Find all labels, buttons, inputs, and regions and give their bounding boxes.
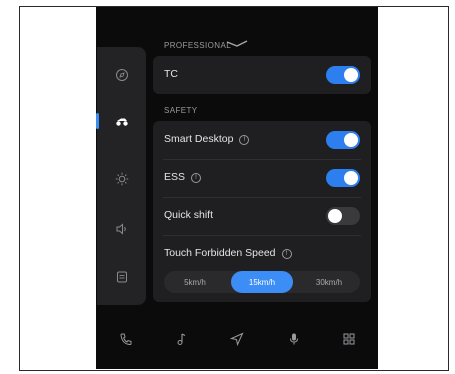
speed-segmented-control: 5km/h 15km/h 30km/h xyxy=(164,271,360,293)
sidebar-item-info[interactable] xyxy=(97,255,146,299)
speed-option-15[interactable]: 15km/h xyxy=(231,271,293,293)
professional-card: TC xyxy=(153,56,371,94)
setting-label: ESS! xyxy=(164,171,202,183)
tc-toggle[interactable] xyxy=(326,66,360,84)
phone-icon xyxy=(120,333,132,346)
music-icon xyxy=(177,333,186,345)
document-icon xyxy=(116,271,127,283)
toggle-knob xyxy=(344,133,358,147)
sidebar-item-display[interactable] xyxy=(97,157,146,201)
speed-option-5[interactable]: 5km/h xyxy=(164,271,226,293)
info-icon[interactable]: ! xyxy=(191,173,202,183)
safety-card: Smart Desktop! ESS! Quick shift Touch Fo… xyxy=(153,121,371,302)
bottom-nav-apps[interactable] xyxy=(340,330,358,348)
quick-shift-toggle[interactable] xyxy=(326,207,360,225)
setting-row-tc: TC xyxy=(153,56,371,94)
section-title-professional: PROFESSIONAL xyxy=(164,41,232,50)
bottom-nav-voice[interactable] xyxy=(285,330,303,348)
setting-row-touch-forbidden-speed: Touch Forbidden Speed! 5km/h 15km/h 30km… xyxy=(153,235,371,302)
volume-icon xyxy=(116,223,126,235)
setting-label: TC xyxy=(164,68,178,80)
sidebar xyxy=(96,47,146,305)
compass-icon xyxy=(115,69,128,81)
setting-label: Smart Desktop! xyxy=(164,133,250,145)
info-icon[interactable]: ! xyxy=(281,249,292,259)
toggle-knob xyxy=(328,209,342,223)
microphone-icon xyxy=(290,333,298,345)
setting-row-smart-desktop: Smart Desktop! xyxy=(153,121,371,159)
speed-option-30[interactable]: 30km/h xyxy=(298,271,360,293)
app-screen: PROFESSIONAL TC SAFETY Smart Desktop! ES… xyxy=(96,7,378,369)
sidebar-item-vehicle[interactable] xyxy=(96,99,146,143)
brand-logo-icon xyxy=(226,40,248,47)
bottom-nav-navigation[interactable] xyxy=(228,330,246,348)
grid-icon xyxy=(343,333,355,345)
setting-row-ess: ESS! xyxy=(153,159,371,197)
brightness-icon xyxy=(115,172,128,186)
info-icon[interactable]: ! xyxy=(239,135,250,145)
setting-row-quick-shift: Quick shift xyxy=(153,197,371,235)
setting-label-text: ESS xyxy=(164,171,186,183)
smart-desktop-toggle[interactable] xyxy=(326,131,360,149)
sidebar-item-sound[interactable] xyxy=(97,207,146,251)
setting-label-text: Touch Forbidden Speed xyxy=(164,247,276,259)
setting-label: Quick shift xyxy=(164,209,214,221)
bottom-nav-phone[interactable] xyxy=(117,330,135,348)
section-title-safety: SAFETY xyxy=(164,106,198,115)
motorcycle-icon xyxy=(115,118,128,126)
navigation-icon xyxy=(230,332,244,346)
toggle-knob xyxy=(344,171,358,185)
setting-label: Touch Forbidden Speed! xyxy=(164,247,292,259)
setting-label-text: Smart Desktop xyxy=(164,133,234,145)
bottom-nav-music[interactable] xyxy=(172,330,190,348)
ess-toggle[interactable] xyxy=(326,169,360,187)
bottom-nav xyxy=(96,320,378,360)
sidebar-item-compass[interactable] xyxy=(97,53,146,97)
toggle-knob xyxy=(344,68,358,82)
